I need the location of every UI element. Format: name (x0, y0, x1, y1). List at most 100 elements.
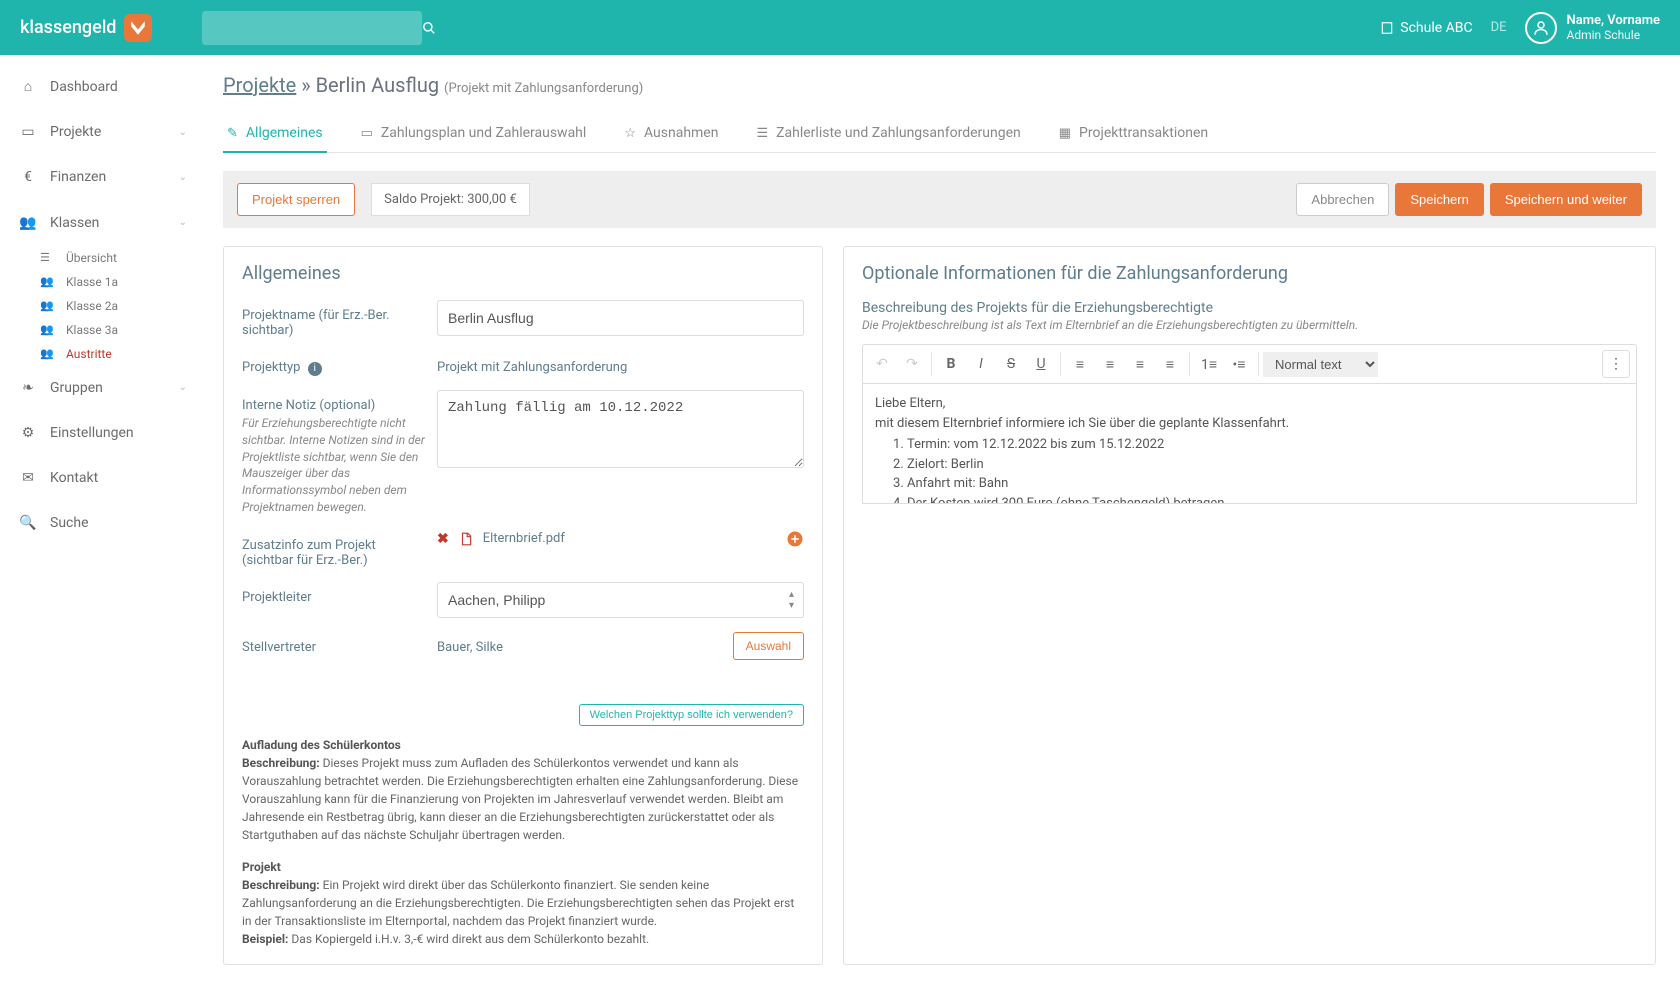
chevron-down-icon: ⌄ (179, 379, 187, 397)
sidebar-sub-uebersicht[interactable]: ☰Übersicht (0, 246, 205, 270)
sidebar-item-einstellungen[interactable]: ⚙Einstellungen (0, 411, 205, 456)
school-name: Schule ABC (1400, 20, 1472, 36)
projectname-input[interactable] (437, 300, 804, 336)
header-right: Schule ABC DE Name, Vorname Admin Schule (1380, 12, 1660, 44)
chevron-down-icon: ⌄ (179, 124, 187, 142)
panel-title: Allgemeines (242, 263, 804, 284)
right-panel-title: Optionale Informationen für die Zahlungs… (862, 263, 1637, 284)
search-input[interactable] (202, 11, 422, 45)
school-badge[interactable]: Schule ABC (1380, 20, 1472, 36)
main-content: Projekte » Berlin Ausflug (Projekt mit Z… (205, 55, 1680, 989)
search-icon: 🔍 (18, 511, 38, 536)
language-toggle[interactable]: DE (1491, 20, 1507, 35)
breadcrumb-root[interactable]: Projekte (223, 73, 296, 97)
save-next-button[interactable]: Speichern und weiter (1490, 183, 1642, 216)
top-header: klassengeld Schule ABC DE Name, Vorname … (0, 0, 1680, 55)
tab-transaktionen[interactable]: ▦Projekttransaktionen (1055, 115, 1212, 153)
sidebar-sub-austritte[interactable]: 👥Austritte (0, 342, 205, 366)
align-right-icon[interactable]: ≡ (1125, 349, 1155, 379)
mail-icon: ✉ (18, 466, 38, 491)
panel-allgemeines: Allgemeines Projektname (für Erz.-Ber. s… (223, 246, 823, 965)
sidebar-sub-klasse1a[interactable]: 👥Klasse 1a (0, 270, 205, 294)
logo-text: klassengeld (20, 17, 116, 38)
users-icon: 👥 (40, 323, 58, 336)
tab-allgemeines[interactable]: ✎Allgemeines (223, 115, 327, 153)
align-left-icon[interactable]: ≡ (1065, 349, 1095, 379)
sidebar-item-gruppen[interactable]: ❧Gruppen⌄ (0, 366, 205, 411)
star-icon: ☆ (624, 126, 636, 141)
right-hint: Die Projektbeschreibung ist als Text im … (862, 318, 1637, 332)
more-options-icon[interactable]: ⋮ (1602, 350, 1630, 378)
user-block[interactable]: Name, Vorname Admin Schule (1525, 12, 1660, 44)
panel-optional-info: Optionale Informationen für die Zahlungs… (843, 246, 1656, 965)
underline-icon[interactable]: U (1026, 349, 1056, 379)
help-projecttype-button[interactable]: Welchen Projekttyp sollte ich verwenden? (579, 704, 804, 726)
auswahl-button[interactable]: Auswahl (733, 632, 804, 660)
redo-icon[interactable]: ↷ (897, 349, 927, 379)
cancel-button[interactable]: Abbrechen (1296, 183, 1389, 216)
internnote-textarea[interactable]: Zahlung fällig am 10.12.2022 (437, 390, 804, 468)
sidebar-sub-klasse3a[interactable]: 👥Klasse 3a (0, 318, 205, 342)
sidebar-item-suche[interactable]: 🔍Suche (0, 501, 205, 546)
breadcrumb: Projekte » Berlin Ausflug (Projekt mit Z… (223, 73, 1656, 97)
user-role: Admin Schule (1567, 28, 1660, 42)
avatar-icon (1525, 12, 1557, 44)
unordered-list-icon[interactable]: •≡ (1224, 349, 1254, 379)
right-subtitle: Beschreibung des Projekts für die Erzieh… (862, 300, 1637, 316)
align-justify-icon[interactable]: ≡ (1155, 349, 1185, 379)
users-icon: 👥 (40, 347, 58, 360)
info-icon[interactable]: i (308, 362, 322, 376)
sidebar-sub-klassen: ☰Übersicht 👥Klasse 1a 👥Klasse 2a 👥Klasse… (0, 246, 205, 366)
delete-attachment-icon[interactable]: ✖ (437, 531, 449, 547)
sidebar-item-klassen[interactable]: 👥Klassen⌄ (0, 201, 205, 246)
projecttype-value: Projekt mit Zahlungsanforderung (437, 352, 804, 375)
logo[interactable]: klassengeld (20, 14, 152, 42)
attachment-name[interactable]: Elternbrief.pdf (483, 531, 565, 546)
format-select[interactable]: Normal text (1263, 352, 1378, 377)
leader-select[interactable]: Aachen, Philipp (437, 582, 804, 618)
label-deputy: Stellvertreter (242, 632, 437, 655)
building-icon (1380, 21, 1394, 35)
label-leader: Projektleiter (242, 582, 437, 605)
undo-icon[interactable]: ↶ (867, 349, 897, 379)
label-internnote: Interne Notiz (optional) Für Erziehungsb… (242, 390, 437, 516)
label-zusatz: Zusatzinfo zum Projekt (sichtbar für Erz… (242, 530, 437, 568)
pencil-icon: ✎ (227, 126, 238, 141)
tab-zahlerliste[interactable]: ☰Zahlerliste und Zahlungsanforderungen (752, 115, 1024, 153)
calendar-icon: ▦ (1059, 126, 1071, 141)
italic-icon[interactable]: I (966, 349, 996, 379)
bold-icon[interactable]: B (936, 349, 966, 379)
sidebar-sub-klasse2a[interactable]: 👥Klasse 2a (0, 294, 205, 318)
tab-ausnahmen[interactable]: ☆Ausnahmen (620, 115, 722, 153)
list-icon: ☰ (40, 251, 58, 264)
search-button[interactable] (422, 11, 456, 45)
gear-icon: ⚙ (18, 421, 38, 446)
fox-icon (124, 14, 152, 42)
rte-editor[interactable]: Liebe Eltern, mit diesem Elternbrief inf… (862, 384, 1637, 504)
desc-projekt: Projekt Beschreibung: Ein Projekt wird d… (242, 858, 804, 948)
card-icon: ▭ (361, 126, 373, 141)
leaf-icon: ❧ (18, 376, 38, 401)
rte-toolbar: ↶ ↷ B I S U ≡ ≡ ≡ ≡ 1≡ •≡ Normal tex (862, 344, 1637, 384)
sidebar-item-dashboard[interactable]: ⌂Dashboard (0, 65, 205, 110)
sidebar-item-finanzen[interactable]: €Finanzen⌄ (0, 155, 205, 200)
save-button[interactable]: Speichern (1395, 183, 1484, 216)
pdf-icon (459, 531, 473, 547)
sidebar: ⌂Dashboard ▭Projekte⌄ €Finanzen⌄ 👥Klasse… (0, 55, 205, 989)
ordered-list-icon[interactable]: 1≡ (1194, 349, 1224, 379)
sidebar-item-projekte[interactable]: ▭Projekte⌄ (0, 110, 205, 155)
add-attachment-icon[interactable] (786, 530, 804, 548)
users-icon: 👥 (18, 211, 38, 236)
users-icon: 👥 (40, 299, 58, 312)
sidebar-item-kontakt[interactable]: ✉Kontakt (0, 456, 205, 501)
list-icon: ☰ (756, 126, 768, 141)
tab-bar: ✎Allgemeines ▭Zahlungsplan und Zahleraus… (223, 115, 1656, 153)
align-center-icon[interactable]: ≡ (1095, 349, 1125, 379)
user-name: Name, Vorname (1567, 13, 1660, 28)
lock-project-button[interactable]: Projekt sperren (237, 183, 355, 216)
search-container (202, 11, 456, 45)
tab-zahlungsplan[interactable]: ▭Zahlungsplan und Zahlerauswahl (357, 115, 591, 153)
strike-icon[interactable]: S (996, 349, 1026, 379)
card-icon: ▭ (18, 120, 38, 145)
saldo-display: Saldo Projekt: 300,00 € (371, 183, 530, 216)
